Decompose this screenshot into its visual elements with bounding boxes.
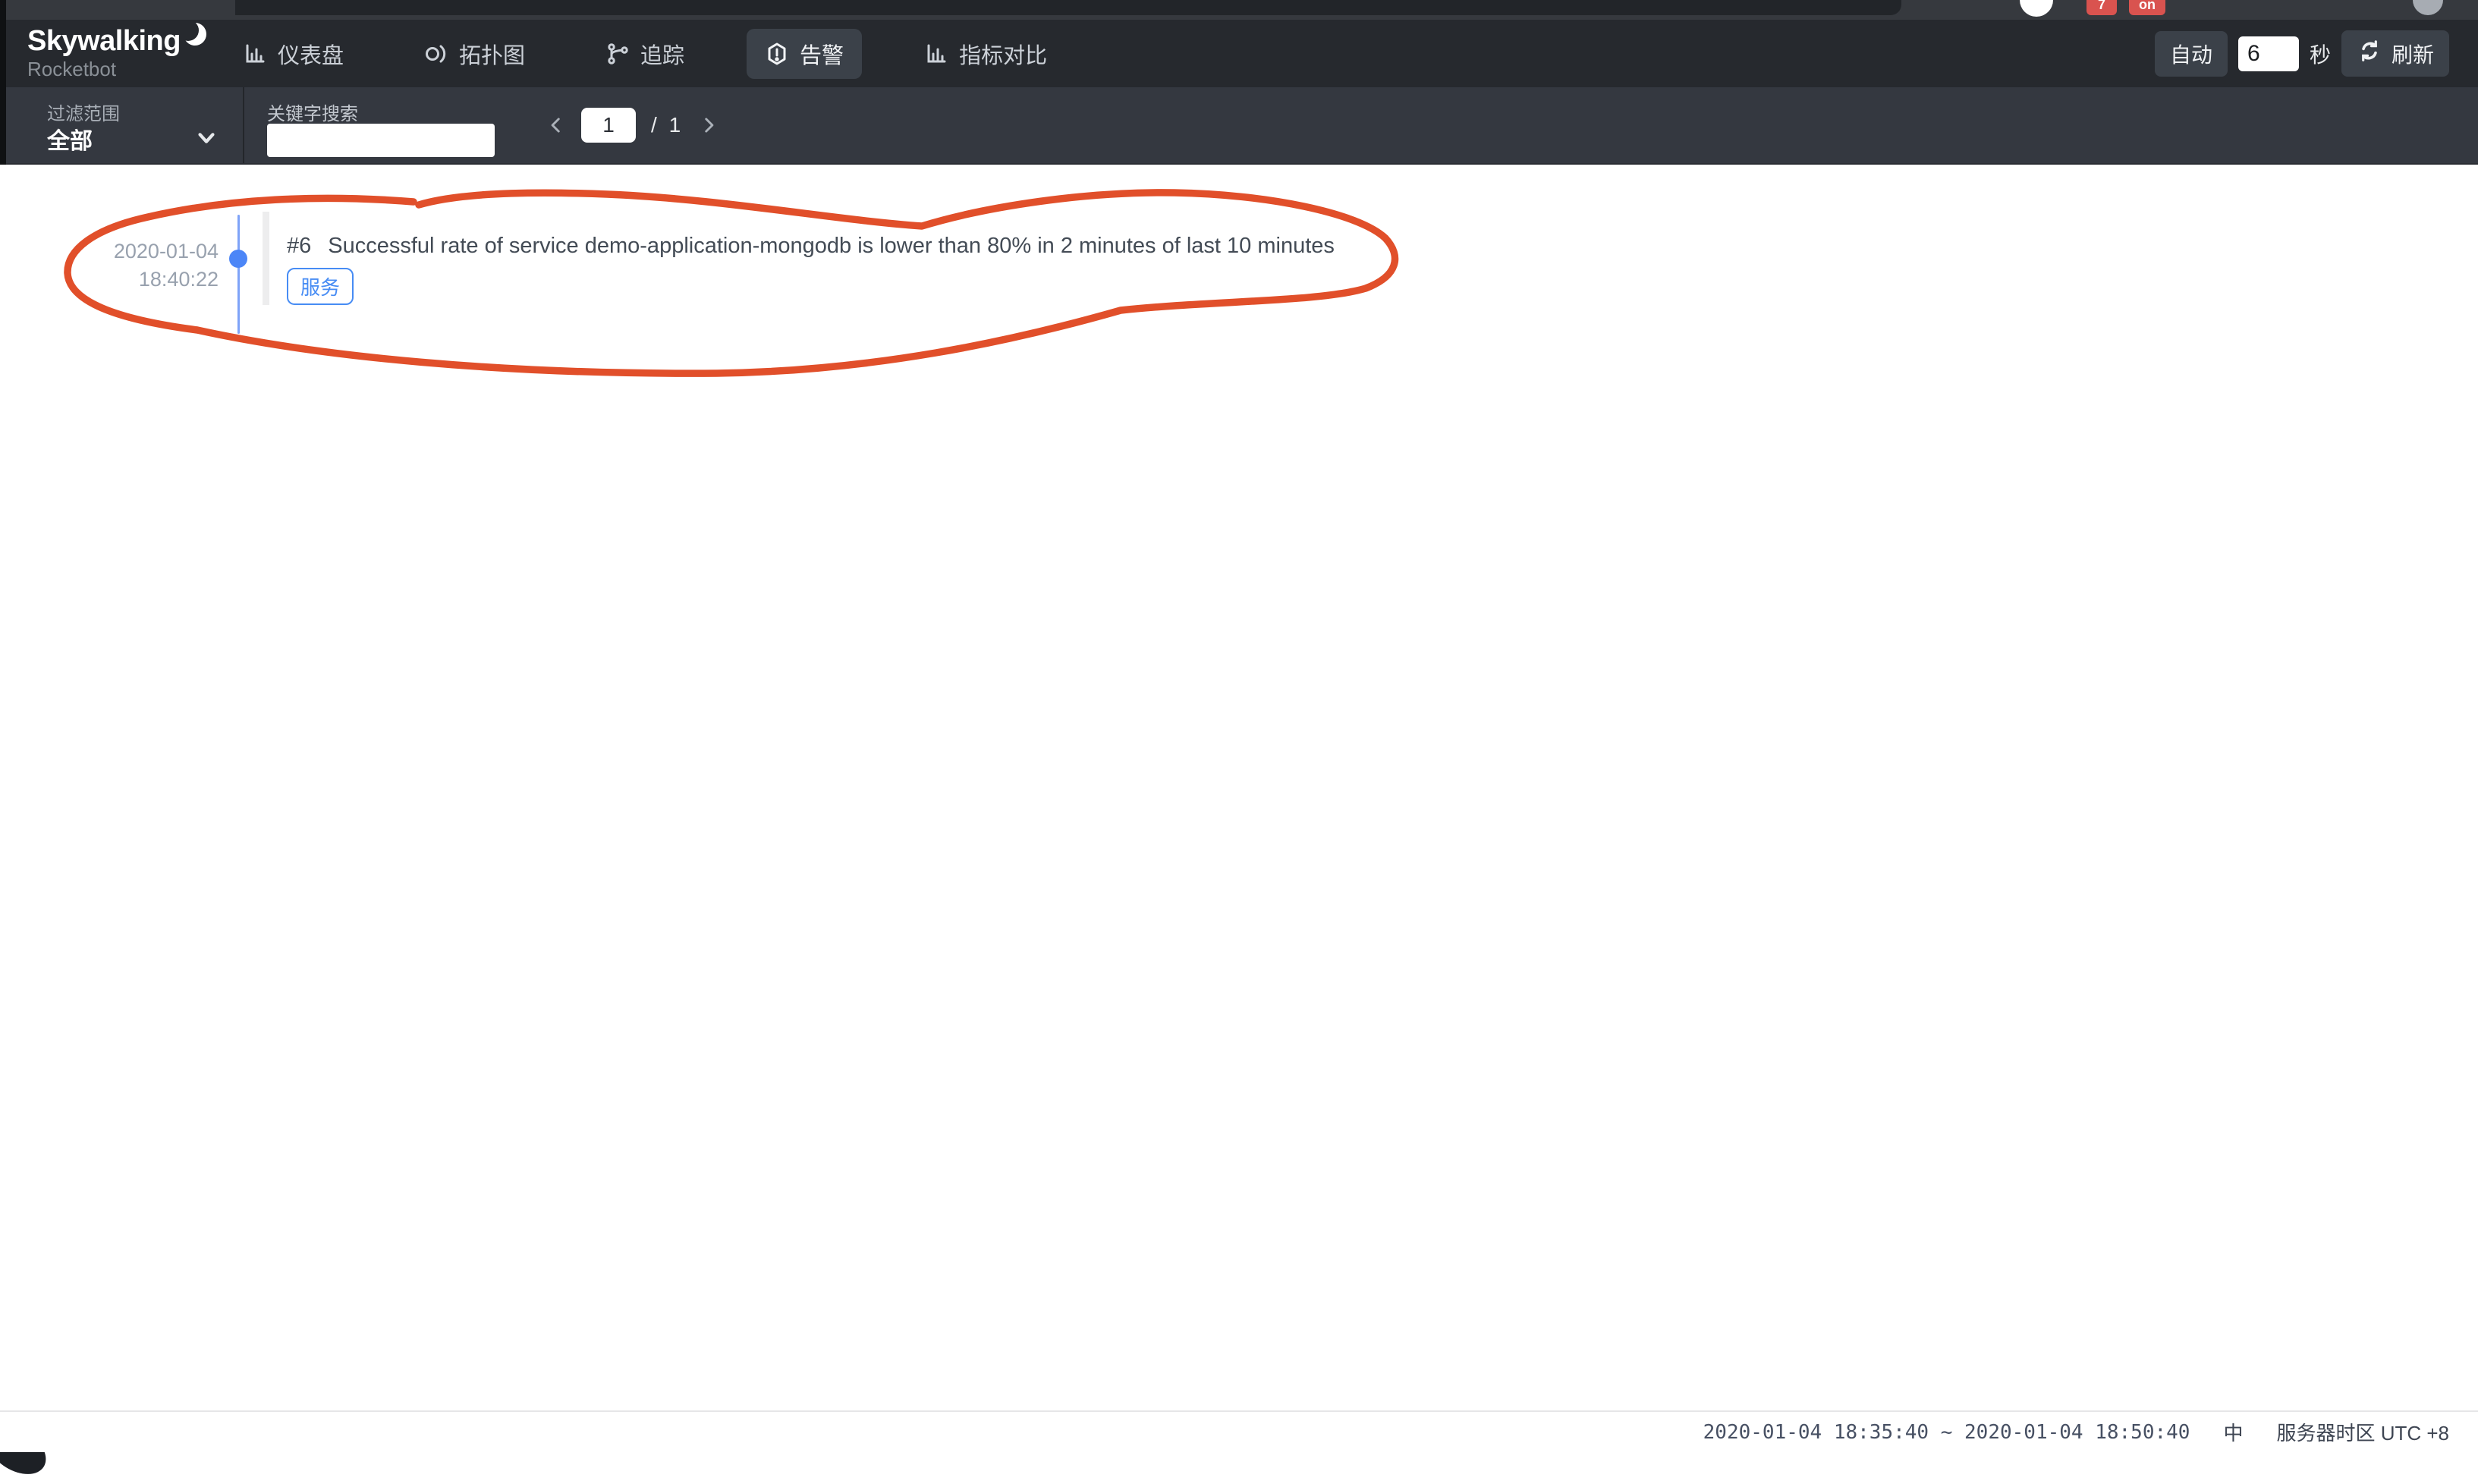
time-range-selector[interactable]: 2020-01-04 18:35:40 ~ 2020-01-04 18:50:4… — [1703, 1421, 2190, 1444]
alarm-id: #6 — [287, 234, 311, 258]
interval-unit-label: 秒 — [2310, 39, 2331, 69]
pagination: 1 / 1 — [546, 87, 719, 163]
auto-refresh-button[interactable]: 自动 — [2155, 31, 2228, 77]
nav-item-label: 仪表盘 — [278, 38, 344, 70]
nav-item-topology[interactable]: 拓扑图 — [406, 29, 543, 79]
alarm-date: 2020-01-04 — [0, 237, 219, 266]
logo-title: Skywalking — [27, 26, 181, 56]
profile-icon[interactable] — [2413, 0, 2443, 15]
alarm-message-text: Successful rate of service demo-applicat… — [328, 234, 1335, 258]
alarm-item-bar — [263, 212, 269, 305]
nav-item-alarm[interactable]: 告警 — [747, 29, 862, 79]
refresh-button[interactable]: 刷新 — [2341, 30, 2449, 77]
crescent-moon-icon — [182, 21, 208, 55]
alarm-scope-tag: 服务 — [287, 268, 354, 305]
page-total-label: / 1 — [651, 113, 684, 137]
trace-icon — [605, 42, 630, 66]
nav-item-trace[interactable]: 追踪 — [587, 29, 703, 79]
nav-item-compare[interactable]: 指标对比 — [906, 29, 1065, 79]
navbar: Skywalking Rocketbot 仪表盘 — [0, 20, 2478, 87]
nav-item-dashboard[interactable]: 仪表盘 — [225, 29, 362, 79]
extension-badge-on[interactable]: on — [2129, 0, 2165, 15]
dashboard-icon — [243, 42, 267, 66]
nav-menu: 仪表盘 拓扑图 追踪 告 — [225, 20, 1065, 87]
interval-input[interactable] — [2238, 36, 2299, 71]
language-toggle[interactable]: 中 — [2223, 1418, 2243, 1446]
extension-badge-count[interactable]: 7 — [2086, 0, 2117, 15]
alarm-message: #6 Successful rate of service demo-applic… — [287, 233, 1335, 259]
toolbar-divider — [243, 87, 244, 163]
browser-strip: 7 on — [0, 0, 2478, 20]
alarm-icon — [765, 42, 789, 66]
server-timezone-label: 服务器时区 UTC +8 — [2276, 1418, 2449, 1446]
refresh-label: 刷新 — [2392, 39, 2434, 69]
logo[interactable]: Skywalking Rocketbot — [27, 26, 208, 80]
chevron-right-icon[interactable] — [699, 115, 719, 135]
chevron-down-icon — [195, 127, 218, 153]
filter-scope-label: 过滤范围 — [47, 99, 120, 125]
extension-icon[interactable] — [2020, 0, 2053, 17]
logo-subtitle: Rocketbot — [27, 58, 208, 80]
page-number-input[interactable]: 1 — [581, 108, 636, 143]
nav-item-label: 指标对比 — [959, 38, 1047, 70]
refresh-icon — [2357, 38, 2382, 69]
refresh-controls: 自动 秒 刷新 — [2155, 20, 2449, 87]
timeline-line — [237, 215, 240, 334]
nav-item-label: 追踪 — [640, 38, 684, 70]
chevron-left-icon[interactable] — [546, 115, 566, 135]
nav-item-label: 告警 — [800, 38, 844, 70]
nav-item-label: 拓扑图 — [459, 38, 525, 70]
alarm-time: 18:40:22 — [0, 266, 219, 294]
alarm-list: 2020-01-04 18:40:22 #6 Successful rate of… — [0, 165, 2478, 1410]
compare-icon — [924, 42, 948, 66]
topology-icon — [424, 42, 448, 66]
alarm-timestamp: 2020-01-04 18:40:22 — [0, 237, 219, 294]
toolbar: 过滤范围 全部 关键字搜索 1 / 1 — [0, 87, 2478, 165]
alarm-item: #6 Successful rate of service demo-applic… — [287, 233, 1335, 305]
window-left-edge — [0, 0, 6, 165]
browser-tab — [235, 0, 1901, 15]
footer-bar: 2020-01-04 18:35:40 ~ 2020-01-04 18:50:4… — [0, 1410, 2478, 1452]
keyword-search-label: 关键字搜索 — [267, 99, 358, 125]
filter-scope-value: 全部 — [47, 122, 93, 156]
auto-refresh-label: 自动 — [2170, 39, 2212, 69]
keyword-search-input[interactable] — [267, 124, 495, 157]
timeline-dot — [229, 250, 247, 268]
filter-scope-select[interactable]: 全部 — [47, 122, 93, 156]
